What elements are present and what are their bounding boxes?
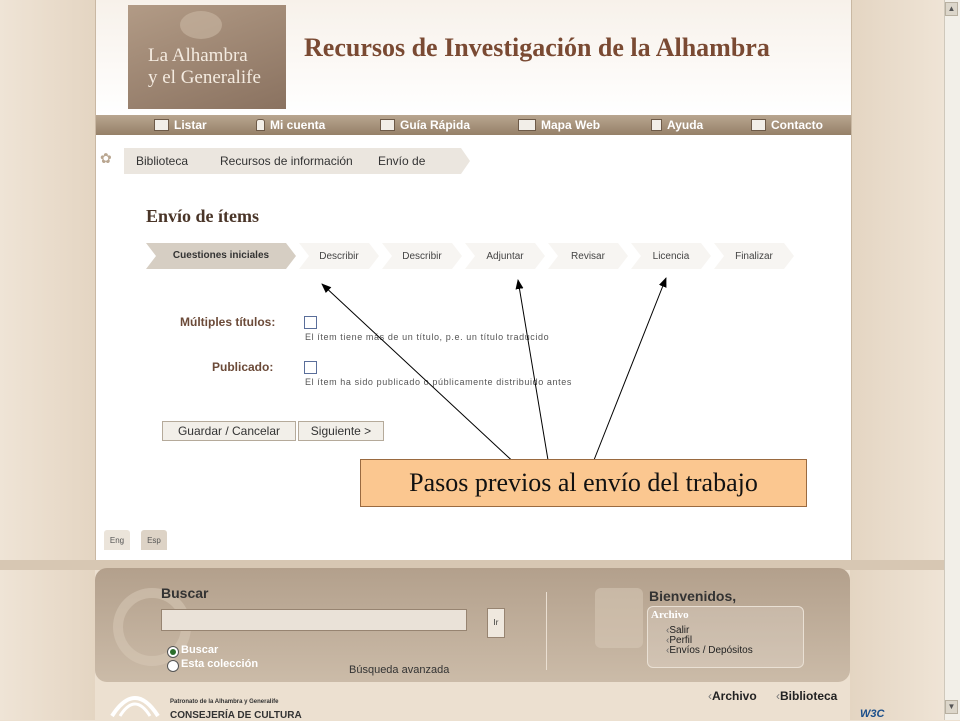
radio-search-all[interactable] bbox=[167, 646, 179, 658]
search-input[interactable] bbox=[161, 609, 467, 631]
w3c-badge[interactable]: W3C bbox=[860, 708, 884, 720]
vertical-scrollbar[interactable]: ▲ ▼ bbox=[944, 0, 960, 720]
lock-icon bbox=[595, 588, 643, 648]
annotation-callout: Pasos previos al envío del trabajo bbox=[360, 459, 807, 507]
user-menu-heading: Archivo bbox=[651, 609, 689, 621]
footer-divider bbox=[546, 592, 547, 670]
welcome-title: Bienvenidos, bbox=[649, 588, 737, 604]
org-name-line2: CONSEJERÍA DE CULTURA bbox=[170, 710, 302, 721]
bottom-link-archivo[interactable]: Archivo bbox=[708, 689, 757, 703]
user-menu: Archivo Salir Perfil Envíos / Depósitos bbox=[647, 606, 804, 668]
radio-selected-dot bbox=[170, 649, 176, 655]
search-title: Buscar bbox=[161, 585, 209, 601]
arrow-to-licencia bbox=[593, 277, 667, 461]
bottom-link-biblioteca[interactable]: Biblioteca bbox=[776, 689, 837, 703]
radio-this-collection-label: Esta colección bbox=[181, 658, 259, 670]
scroll-down-arrow-icon[interactable]: ▼ bbox=[945, 700, 958, 714]
arrow-to-first-step bbox=[321, 283, 521, 469]
radio-this-collection[interactable] bbox=[167, 660, 179, 672]
search-go-button[interactable]: Ir bbox=[487, 608, 505, 638]
menu-item-envios[interactable]: Envíos / Depósitos bbox=[666, 645, 752, 656]
org-name-line1: Patronato de la Alhambra y Generalife bbox=[170, 699, 279, 705]
advanced-search-link[interactable]: Búsqueda avanzada bbox=[349, 664, 449, 676]
arrow-to-adjuntar bbox=[515, 279, 549, 461]
scroll-up-arrow-icon[interactable]: ▲ bbox=[945, 2, 958, 16]
junta-logo-icon bbox=[110, 696, 160, 718]
radio-search-all-label: Buscar bbox=[181, 644, 219, 656]
footer-panel: Buscar Ir Buscar Esta colección Búsqueda… bbox=[95, 568, 850, 682]
